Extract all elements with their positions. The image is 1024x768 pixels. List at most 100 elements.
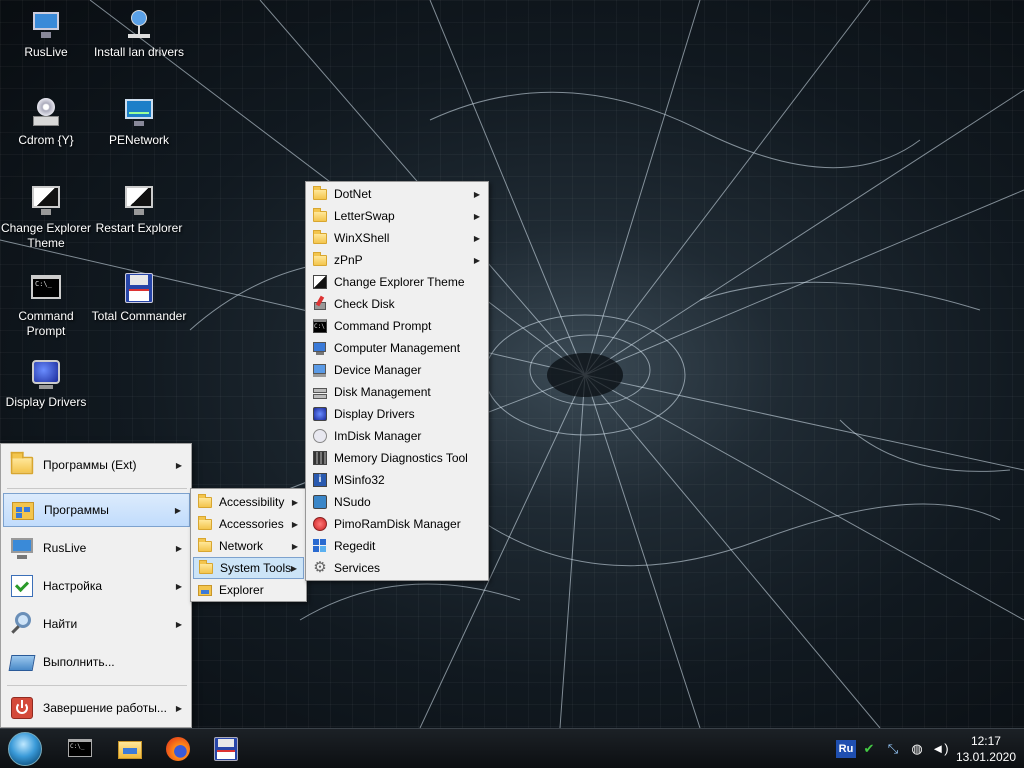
- menu-item-change-explorer-theme[interactable]: Change Explorer Theme: [308, 271, 486, 293]
- start-item-settings[interactable]: Настройка ▶: [3, 569, 190, 603]
- menu-item-pimoramdisk-manager[interactable]: PimoRamDisk Manager: [308, 513, 486, 535]
- theme-monitor-icon: [29, 184, 63, 218]
- menu-item-regedit[interactable]: Regedit: [308, 535, 486, 557]
- taskbar-total-commander-button[interactable]: [210, 733, 242, 765]
- submenu-arrow-icon: ▶: [473, 233, 480, 243]
- menu-item-label: Disk Management: [334, 385, 431, 399]
- menu-item-network[interactable]: Network ▶: [193, 535, 304, 557]
- restart-monitor-icon: [122, 184, 156, 218]
- network-monitor-icon: [122, 96, 156, 130]
- start-item-label: Завершение работы...: [43, 701, 167, 715]
- start-item-run[interactable]: Выполнить...: [3, 645, 190, 679]
- menu-item-nsudo[interactable]: NSudo: [308, 491, 486, 513]
- menu-item-system-tools[interactable]: System Tools ▶: [193, 557, 304, 579]
- menu-item-label: NSudo: [334, 495, 371, 509]
- desktop-icon-label: RusLive: [24, 45, 68, 59]
- floppy-icon: [122, 272, 156, 306]
- separator: [7, 685, 187, 686]
- menu-item-computer-management[interactable]: Computer Management: [308, 337, 486, 359]
- usb-safe-remove-icon[interactable]: ✔: [860, 740, 878, 758]
- cmd-icon: C:\: [312, 318, 328, 334]
- desktop-icon-ruslive[interactable]: RusLive: [0, 8, 94, 60]
- menu-item-disk-management[interactable]: Disk Management: [308, 381, 486, 403]
- regedit-icon: [312, 538, 328, 554]
- clock-date: 13.01.2020: [955, 750, 1016, 764]
- folder-icon: [312, 186, 328, 202]
- menu-item-label: Network: [219, 539, 264, 553]
- start-button[interactable]: [6, 730, 44, 768]
- start-item-label: Выполнить...: [43, 655, 115, 669]
- system-tools-submenu: DotNet ▶ LetterSwap ▶ WinXShell ▶ zPnP ▶…: [305, 181, 489, 581]
- submenu-arrow-icon: ▶: [174, 505, 181, 515]
- start-item-shutdown[interactable]: Завершение работы... ▶: [3, 691, 190, 725]
- monitor-icon: [29, 8, 63, 42]
- explorer-icon: [197, 582, 213, 598]
- menu-item-winxshell[interactable]: WinXShell ▶: [308, 227, 486, 249]
- menu-item-dotnet[interactable]: DotNet ▶: [308, 183, 486, 205]
- folder-icon: [312, 252, 328, 268]
- start-item-label: Программы (Ext): [43, 458, 137, 472]
- desktop-icon-install-lan-drivers[interactable]: Install lan drivers: [91, 8, 187, 60]
- start-item-find[interactable]: Найти ▶: [3, 607, 190, 641]
- menu-item-services[interactable]: ⚙ Services: [308, 557, 486, 579]
- menu-item-memory-diagnostics-tool[interactable]: Memory Diagnostics Tool: [308, 447, 486, 469]
- desktop-icon-label: Display Drivers: [5, 395, 87, 409]
- menu-item-accessories[interactable]: Accessories ▶: [193, 513, 304, 535]
- globe-icon[interactable]: ◍: [908, 740, 926, 758]
- menu-item-check-disk[interactable]: Check Disk: [308, 293, 486, 315]
- desktop-icon-display-drivers[interactable]: Display Drivers: [0, 358, 94, 410]
- display-icon: [29, 358, 63, 392]
- language-indicator[interactable]: Ru: [836, 740, 856, 758]
- menu-item-accessibility[interactable]: Accessibility ▶: [193, 491, 304, 513]
- start-menu: Программы (Ext) ▶ Программы ▶ RusLive ▶ …: [0, 443, 192, 728]
- folder-icon-detail: [123, 748, 137, 754]
- clock[interactable]: 12:17 13.01.2020: [956, 733, 1016, 765]
- display-icon: [312, 406, 328, 422]
- menu-item-explorer[interactable]: Explorer: [193, 579, 304, 601]
- taskbar-explorer-button[interactable]: [114, 733, 146, 765]
- submenu-arrow-icon: ▶: [175, 460, 182, 470]
- floppy-icon-shutter: [218, 739, 234, 747]
- submenu-arrow-icon: ▶: [175, 543, 182, 553]
- desktop-icon-total-commander[interactable]: Total Commander: [91, 272, 187, 324]
- memory-icon: [312, 450, 328, 466]
- desktop-icon-restart-explorer[interactable]: Restart Explorer: [91, 184, 187, 236]
- start-item-ruslive[interactable]: RusLive ▶: [3, 531, 190, 565]
- clock-time: 12:17: [970, 734, 1001, 748]
- desktop-icon-label: Install lan drivers: [93, 45, 185, 59]
- start-orb-icon: [8, 732, 42, 766]
- volume-icon[interactable]: ◄): [931, 740, 949, 758]
- folder-icon: [197, 538, 213, 554]
- menu-item-zpnp[interactable]: zPnP ▶: [308, 249, 486, 271]
- menu-item-command-prompt[interactable]: C:\ Command Prompt: [308, 315, 486, 337]
- menu-item-device-manager[interactable]: Device Manager: [308, 359, 486, 381]
- separator: [7, 488, 187, 489]
- folder-icon: [312, 208, 328, 224]
- taskbar-firefox-button[interactable]: [162, 733, 194, 765]
- desktop-icon-change-explorer-theme[interactable]: Change Explorer Theme: [0, 184, 94, 251]
- network-tool-icon[interactable]: ⤡: [884, 740, 902, 758]
- menu-item-display-drivers[interactable]: Display Drivers: [308, 403, 486, 425]
- menu-item-imdisk-manager[interactable]: ImDisk Manager: [308, 425, 486, 447]
- submenu-arrow-icon: ▶: [473, 255, 480, 265]
- start-item-programs-ext[interactable]: Программы (Ext) ▶: [3, 448, 190, 482]
- desktop-icon-command-prompt[interactable]: C:\_ Command Prompt: [0, 272, 94, 339]
- start-item-label: RusLive: [43, 541, 87, 555]
- menu-item-letterswap[interactable]: LetterSwap ▶: [308, 205, 486, 227]
- start-item-programs[interactable]: Программы ▶: [3, 493, 190, 527]
- desktop-icon-cdrom[interactable]: Cdrom {Y}: [0, 96, 94, 148]
- desktop-icon-penetwork[interactable]: PENetwork: [91, 96, 187, 148]
- start-item-label: Настройка: [43, 579, 103, 593]
- menu-item-label: MSinfo32: [334, 473, 385, 487]
- menu-item-label: Accessibility: [219, 495, 285, 509]
- network-install-icon: [122, 8, 156, 42]
- taskbar-cmd-button[interactable]: C:\_: [64, 733, 96, 765]
- imdisk-icon: [312, 428, 328, 444]
- run-icon: [8, 649, 36, 675]
- submenu-arrow-icon: ▶: [291, 541, 298, 551]
- menu-item-msinfo32[interactable]: i MSinfo32: [308, 469, 486, 491]
- folder-icon: [197, 494, 213, 510]
- submenu-arrow-icon: ▶: [175, 619, 182, 629]
- desktop-icon-label: Total Commander: [91, 309, 187, 323]
- menu-item-label: DotNet: [334, 187, 372, 201]
